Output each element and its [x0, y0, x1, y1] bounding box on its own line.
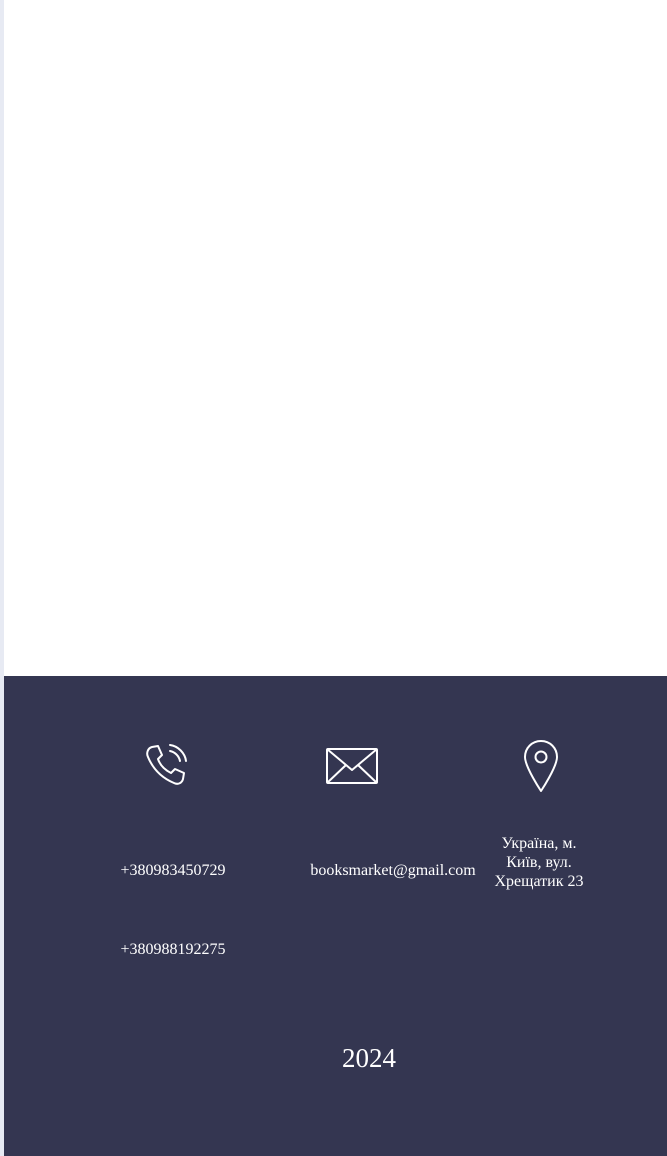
main-content-area	[4, 0, 667, 676]
copyright-year: 2024	[342, 1043, 396, 1073]
map-pin-icon	[521, 739, 561, 793]
phone-link-secondary[interactable]: +380988192275	[108, 940, 238, 959]
phone-link-primary[interactable]: +380983450729	[108, 861, 238, 880]
address-text: Україна, м. Київ, вул. Хрещатик 23	[494, 835, 584, 890]
email-link[interactable]: booksmarket@gmail.com	[300, 861, 486, 880]
phone-icon	[143, 742, 189, 788]
envelope-icon	[325, 746, 379, 786]
site-footer: +380983450729 +380988192275 booksmarket@…	[4, 676, 667, 1156]
